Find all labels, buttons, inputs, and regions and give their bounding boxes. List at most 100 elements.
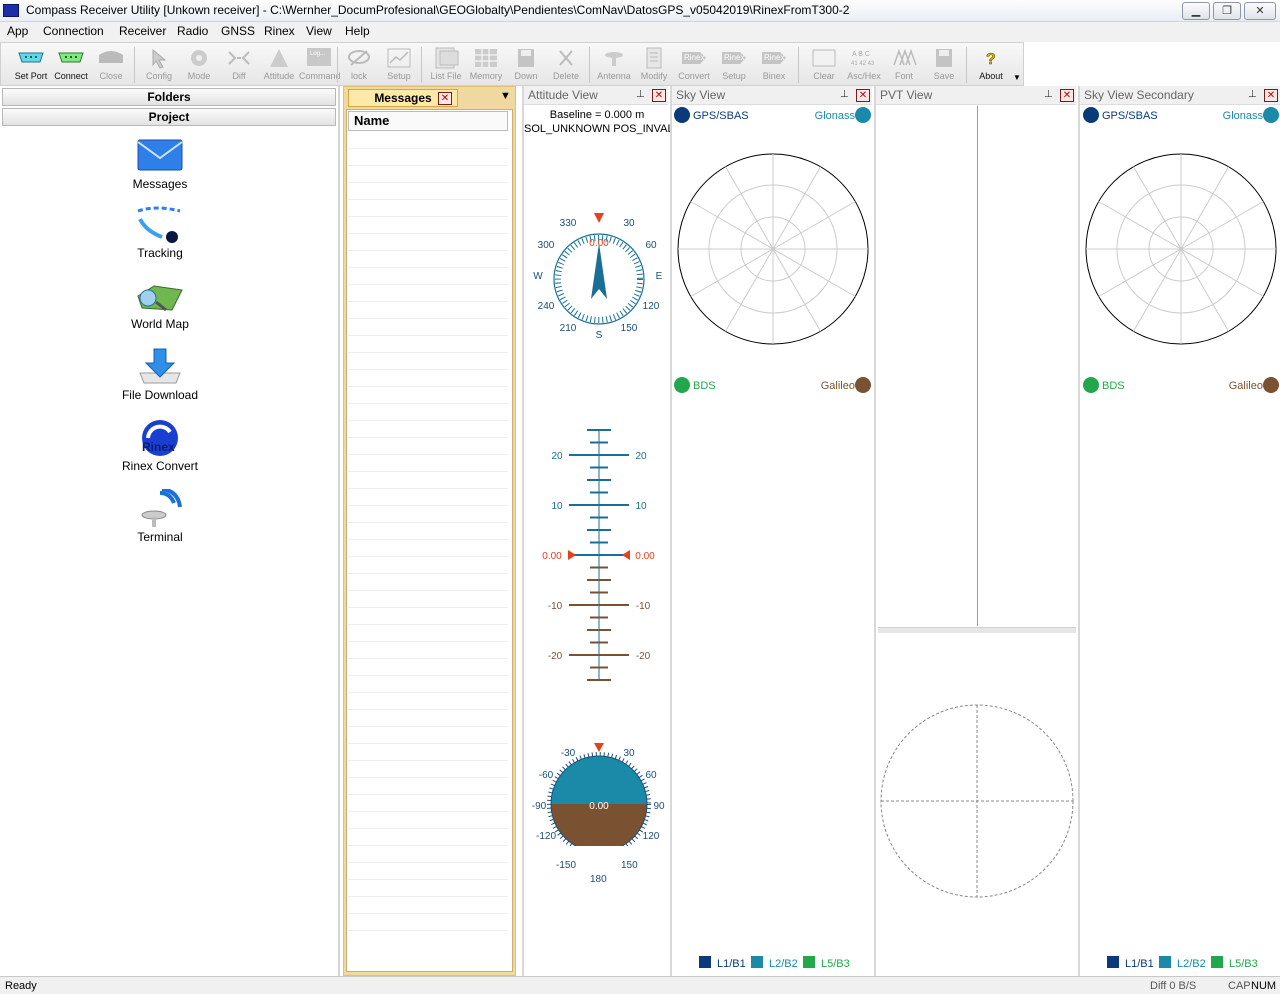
messages-dropdown-icon[interactable]: ▼ xyxy=(500,90,511,102)
nav-world-map[interactable]: World Map xyxy=(110,276,210,331)
lock-button[interactable]: lock xyxy=(339,45,379,85)
antenna-button[interactable]: Antenna xyxy=(594,45,634,85)
folders-header[interactable]: Folders xyxy=(2,88,336,106)
list-item[interactable] xyxy=(348,200,508,217)
list-item[interactable] xyxy=(348,744,508,761)
list-item[interactable] xyxy=(348,761,508,778)
list-item[interactable] xyxy=(348,523,508,540)
nav-rinex-convert[interactable]: Rinex Rinex Convert xyxy=(110,418,210,473)
delete-button[interactable]: Delete xyxy=(546,45,586,85)
save-button[interactable]: Save xyxy=(924,45,964,85)
list-item[interactable] xyxy=(348,455,508,472)
list-item[interactable] xyxy=(348,438,508,455)
pvt-splitter[interactable] xyxy=(878,627,1076,633)
list-item[interactable] xyxy=(348,489,508,506)
messages-list[interactable]: Name ◀ ▶ xyxy=(346,109,513,972)
about-button[interactable]: ? About xyxy=(971,45,1011,85)
mode-button[interactable]: Mode xyxy=(179,45,219,85)
list-item[interactable] xyxy=(348,183,508,200)
list-item[interactable] xyxy=(348,319,508,336)
list-item[interactable] xyxy=(348,676,508,693)
project-header[interactable]: Project xyxy=(2,108,336,126)
list-item[interactable] xyxy=(348,608,508,625)
list-file-button[interactable]: List File xyxy=(426,45,466,85)
menu-view[interactable]: View xyxy=(306,24,332,38)
list-item[interactable] xyxy=(348,829,508,846)
list-item[interactable] xyxy=(348,149,508,166)
list-item[interactable] xyxy=(348,166,508,183)
list-item[interactable] xyxy=(348,812,508,829)
attitude-button[interactable]: Attitude xyxy=(259,45,299,85)
clear-button[interactable]: Clear xyxy=(804,45,844,85)
list-item[interactable] xyxy=(348,132,508,149)
nav-tracking[interactable]: Tracking xyxy=(110,205,210,260)
nav-file-download[interactable]: File Download xyxy=(110,347,210,402)
list-item[interactable] xyxy=(348,795,508,812)
list-item[interactable] xyxy=(348,268,508,285)
list-item[interactable] xyxy=(348,591,508,608)
list-item[interactable] xyxy=(348,251,508,268)
list-item[interactable] xyxy=(348,574,508,591)
minimize-button[interactable]: ▁ xyxy=(1182,2,1210,20)
down-button[interactable]: Down xyxy=(506,45,546,85)
config-button[interactable]: Config xyxy=(139,45,179,85)
font-button[interactable]: Font xyxy=(884,45,924,85)
list-item[interactable] xyxy=(348,285,508,302)
set-port-button[interactable]: Set Port xyxy=(11,45,51,85)
list-item[interactable] xyxy=(348,659,508,676)
list-item[interactable] xyxy=(348,421,508,438)
list-item[interactable] xyxy=(348,557,508,574)
command-button[interactable]: Log... Command xyxy=(299,45,341,85)
menu-connection[interactable]: Connection xyxy=(43,24,104,38)
list-item[interactable] xyxy=(348,642,508,659)
binex-button[interactable]: Rinex Binex xyxy=(754,45,794,85)
menu-gnss[interactable]: GNSS xyxy=(221,24,255,38)
list-item[interactable] xyxy=(348,897,508,914)
sky-close-icon[interactable]: ✕ xyxy=(856,89,870,102)
list-item[interactable] xyxy=(348,727,508,744)
list-item[interactable] xyxy=(348,863,508,880)
menu-radio[interactable]: Radio xyxy=(177,24,208,38)
list-item[interactable] xyxy=(348,540,508,557)
nav-messages[interactable]: Messages xyxy=(110,136,210,191)
list-item[interactable] xyxy=(348,387,508,404)
toolbar-overflow-icon[interactable]: ▼ xyxy=(1013,73,1021,82)
list-item[interactable] xyxy=(348,404,508,421)
close-button[interactable]: Close xyxy=(91,45,131,85)
menu-rinex[interactable]: Rinex xyxy=(264,24,295,38)
list-item[interactable] xyxy=(348,846,508,863)
list-item[interactable] xyxy=(348,472,508,489)
sky2-close-icon[interactable]: ✕ xyxy=(1264,89,1278,102)
menu-receiver[interactable]: Receiver xyxy=(119,24,166,38)
list-item[interactable] xyxy=(348,693,508,710)
nav-terminal[interactable]: Terminal xyxy=(110,489,210,544)
menu-app[interactable]: App xyxy=(7,24,28,38)
modify-button[interactable]: Modify xyxy=(634,45,674,85)
list-item[interactable] xyxy=(348,914,508,931)
menu-help[interactable]: Help xyxy=(345,24,370,38)
attitude-close-icon[interactable]: ✕ xyxy=(652,89,666,102)
list-item[interactable] xyxy=(348,710,508,727)
close-window-button[interactable]: ✕ xyxy=(1244,2,1276,20)
diff-button[interactable]: Diff xyxy=(219,45,259,85)
list-item[interactable] xyxy=(348,234,508,251)
setup-button[interactable]: Setup xyxy=(379,45,419,85)
memory-button[interactable]: Memory xyxy=(466,45,506,85)
list-item[interactable] xyxy=(348,217,508,234)
list-item[interactable] xyxy=(348,370,508,387)
restore-button[interactable]: ❐ xyxy=(1213,2,1241,20)
pin-icon[interactable]: ⊥ xyxy=(1044,90,1053,100)
connect-button[interactable]: Connect xyxy=(51,45,91,85)
list-item[interactable] xyxy=(348,353,508,370)
pin-icon[interactable]: ⊥ xyxy=(636,90,645,100)
messages-close-icon[interactable]: ✕ xyxy=(438,92,452,105)
list-item[interactable] xyxy=(348,625,508,642)
rinex-setup-button[interactable]: Rinex Setup xyxy=(714,45,754,85)
pin-icon[interactable]: ⊥ xyxy=(840,90,849,100)
list-item[interactable] xyxy=(348,506,508,523)
list-item[interactable] xyxy=(348,336,508,353)
list-item[interactable] xyxy=(348,880,508,897)
list-item[interactable] xyxy=(348,302,508,319)
pvt-close-icon[interactable]: ✕ xyxy=(1060,89,1074,102)
pin-icon[interactable]: ⊥ xyxy=(1248,90,1257,100)
